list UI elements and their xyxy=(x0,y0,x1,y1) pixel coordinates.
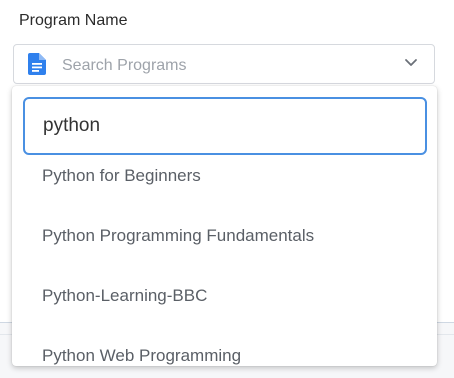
field-label: Program Name xyxy=(19,12,128,29)
dropdown-menu: Python for Beginners Python Programming … xyxy=(12,86,437,366)
option-python-programming-fundamentals[interactable]: Python Programming Fundamentals xyxy=(12,206,437,266)
page: Program Name Search Programs Python for … xyxy=(0,0,454,378)
option-python-learning-bbc[interactable]: Python-Learning-BBC xyxy=(12,266,437,326)
document-icon xyxy=(28,53,46,75)
chevron-down-icon[interactable] xyxy=(404,58,418,68)
select-placeholder: Search Programs xyxy=(62,57,187,74)
options-list: Python for Beginners Python Programming … xyxy=(12,146,437,366)
option-python-web-programming[interactable]: Python Web Programming xyxy=(12,326,437,366)
program-select[interactable]: Search Programs xyxy=(13,44,435,84)
option-python-for-beginners[interactable]: Python for Beginners xyxy=(12,146,437,206)
